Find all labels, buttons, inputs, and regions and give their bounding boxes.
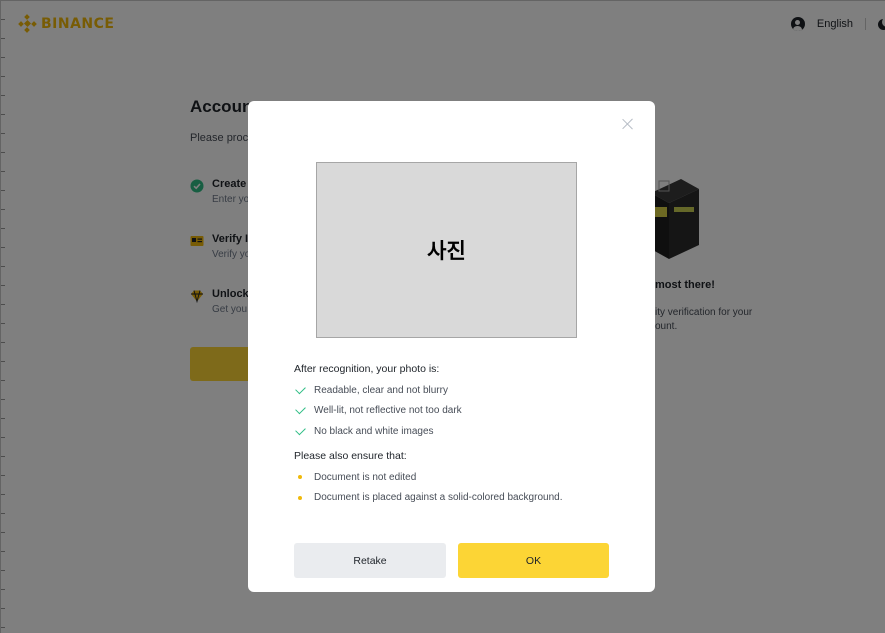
list-item: Well-lit, not reflective not too dark <box>294 401 462 422</box>
photo-label: 사진 <box>427 239 466 263</box>
list-item-text: Readable, clear and not blurry <box>314 384 448 396</box>
list-item: No black and white images <box>294 421 462 442</box>
check-icon <box>295 383 306 395</box>
photo-check-dialog: 사진 After recognition, your photo is: Rea… <box>248 101 655 592</box>
list-item: Readable, clear and not blurry <box>294 380 462 401</box>
ensure-heading: Please also ensure that: <box>294 450 407 462</box>
check-icon <box>295 424 306 436</box>
list-item-text: Well-lit, not reflective not too dark <box>314 405 462 417</box>
recognition-list: Readable, clear and not blurry Well-lit,… <box>294 380 462 442</box>
list-item: Document is not edited <box>294 467 562 488</box>
list-item: Document is placed against a solid-color… <box>294 488 562 509</box>
bullet-dot-icon <box>298 495 302 500</box>
list-item-text: No black and white images <box>314 425 434 437</box>
close-icon[interactable] <box>621 117 635 131</box>
retake-button[interactable]: Retake <box>294 543 446 578</box>
photo-preview: 사진 <box>316 162 577 338</box>
list-item-text: Document is not edited <box>314 471 417 483</box>
list-item-text: Document is placed against a solid-color… <box>314 492 563 504</box>
check-icon <box>295 403 306 415</box>
ok-button[interactable]: OK <box>458 543 609 578</box>
bullet-dot-icon <box>298 475 302 480</box>
ensure-list: Document is not edited Document is place… <box>294 467 562 508</box>
recognition-heading: After recognition, your photo is: <box>294 363 440 375</box>
